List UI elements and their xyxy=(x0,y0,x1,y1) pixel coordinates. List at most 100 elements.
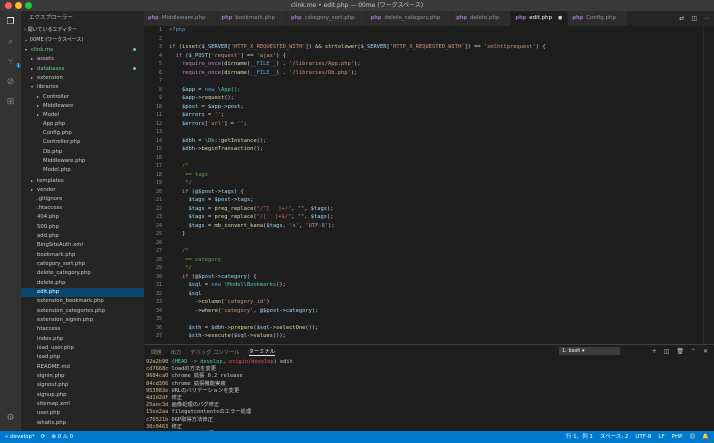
editor-tab[interactable]: php Config.php xyxy=(568,11,628,26)
code-line[interactable]: require_once(dirname(__FILE__) . '/libra… xyxy=(169,69,714,78)
tree-item[interactable]: delete.php xyxy=(21,279,144,288)
code-line[interactable] xyxy=(169,128,714,137)
code-line[interactable] xyxy=(169,315,714,324)
more-actions-icon[interactable]: ⋯ xyxy=(704,15,710,22)
terminal-select[interactable]: 1: bash ▾ xyxy=(559,347,620,355)
code-line[interactable]: ->column('category_id') xyxy=(169,298,714,307)
code-line[interactable]: if ($_POST['request'] == 'ajax') { xyxy=(169,52,714,61)
code-line[interactable]: $app = new \App(); xyxy=(169,86,714,95)
minimap[interactable] xyxy=(703,26,714,351)
new-terminal-icon[interactable]: + xyxy=(652,348,657,355)
code-line[interactable]: $sql = new \Model\Bookmarks(); xyxy=(169,281,714,290)
tree-item[interactable]: ▸ assets xyxy=(21,54,144,63)
tree-item[interactable]: README.md xyxy=(21,363,144,372)
code-line[interactable]: $dbh->beginTransaction(); xyxy=(169,145,714,154)
code-line[interactable]: if (isset($_SERVER['HTTP_X_REQUESTED_WIT… xyxy=(169,43,714,52)
workspace-section[interactable]: ⌄ 00ME (ワークスペース) xyxy=(21,35,144,45)
tree-item[interactable]: whatis.php xyxy=(21,419,144,428)
panel-tab[interactable]: 出力 xyxy=(171,348,182,356)
maximize-panel-icon[interactable]: ⌃ xyxy=(691,348,696,355)
code-content[interactable]: <?php if (isset($_SERVER['HTTP_X_REQUESTE… xyxy=(169,26,714,341)
tree-item[interactable]: bookmark.php xyxy=(21,251,144,260)
tree-item[interactable]: BingSiteAuth.xml xyxy=(21,241,144,250)
code-line[interactable]: $post = $app->post; xyxy=(169,103,714,112)
close-panel-icon[interactable]: ✕ xyxy=(703,348,708,355)
code-line[interactable]: $tags = preg_replace("/^[ ]+/", "", $tag… xyxy=(169,205,714,214)
tree-item[interactable]: add.php xyxy=(21,232,144,241)
gear-icon[interactable]: ⚙ xyxy=(4,411,17,424)
code-line[interactable]: if (@$post->tags) { xyxy=(169,188,714,197)
tree-item[interactable]: sitemap.xml xyxy=(21,400,144,409)
tree-item[interactable]: load.php xyxy=(21,353,144,362)
tree-item[interactable]: Model.php xyxy=(21,166,144,175)
code-line[interactable]: $tags = preg_replace("/[ ]+$/", "", $tag… xyxy=(169,213,714,222)
cursor-position[interactable]: 行 1、列 1 xyxy=(566,431,593,443)
tree-item[interactable]: extension_signin.php xyxy=(21,316,144,325)
code-line[interactable]: $tags = $post->tags; xyxy=(169,196,714,205)
code-line[interactable]: $sth = $dbh->prepare($sql->selectOne()); xyxy=(169,324,714,333)
code-line[interactable]: require_once(dirname(__FILE__) . '/libra… xyxy=(169,60,714,69)
tree-item[interactable]: signup.php xyxy=(21,391,144,400)
code-line[interactable] xyxy=(169,35,714,44)
editor-tab[interactable]: php Middleware.php xyxy=(144,11,218,26)
trash-icon[interactable]: 🗑 xyxy=(676,348,684,355)
tree-item[interactable]: ▾ libraries xyxy=(21,82,144,91)
editor-tab[interactable]: php delete.php xyxy=(452,11,512,26)
tree-item[interactable]: ▸ Controller xyxy=(21,92,144,101)
tree-item[interactable]: App.php xyxy=(21,120,144,129)
editor-tab[interactable]: php category_sort.php xyxy=(287,11,367,26)
code-line[interactable]: */ xyxy=(169,179,714,188)
open-editors-section[interactable]: › 開いているエディター xyxy=(21,25,144,35)
end-of-line[interactable]: LF xyxy=(658,431,664,443)
tree-item[interactable]: extension_bookmark.php xyxy=(21,297,144,306)
tree-item[interactable]: ▸ vendor xyxy=(21,185,144,194)
code-line[interactable]: } xyxy=(169,230,714,239)
encoding[interactable]: UTF-8 xyxy=(635,431,651,443)
tree-item[interactable]: index.php xyxy=(21,335,144,344)
tree-item[interactable]: .htaccess xyxy=(21,204,144,213)
editor-tab[interactable]: php bookmark.php xyxy=(217,11,288,26)
tree-item[interactable]: ▸ databases xyxy=(21,64,144,73)
explorer-icon[interactable]: ❐ xyxy=(4,15,17,28)
problems-status[interactable]: ⊗ 0 ⚠ 0 xyxy=(51,431,73,443)
code-line[interactable]: ->where('category', @$post->category); xyxy=(169,307,714,316)
tree-item[interactable]: Config.php xyxy=(21,129,144,138)
code-line[interactable] xyxy=(169,239,714,248)
tree-item[interactable]: ▾ clink.me xyxy=(21,45,144,54)
code-line[interactable]: == tags xyxy=(169,171,714,180)
tree-item[interactable]: signin.php xyxy=(21,372,144,381)
tree-item[interactable]: user.php xyxy=(21,409,144,418)
tree-item[interactable]: 404.php xyxy=(21,213,144,222)
open-changes-icon[interactable]: ⇄ xyxy=(679,15,684,22)
bell-icon[interactable]: 🔔 xyxy=(702,431,709,443)
tree-item[interactable]: .gitignore xyxy=(21,195,144,204)
tree-item[interactable]: Middleware.php xyxy=(21,157,144,166)
language-mode[interactable]: PHP xyxy=(672,431,683,443)
panel-tab[interactable]: ターミナル xyxy=(248,347,276,356)
indentation[interactable]: スペース: 2 xyxy=(600,431,628,443)
tree-item[interactable]: Controller.php xyxy=(21,138,144,147)
branch-status[interactable]: ⑂ develop* xyxy=(5,431,35,443)
code-line[interactable]: $app->request(); xyxy=(169,94,714,103)
debug-icon[interactable]: ⊘ xyxy=(4,75,17,88)
code-line[interactable] xyxy=(169,77,714,86)
code-line[interactable]: $tags = mb_convert_kana($tags, 's', 'UTF… xyxy=(169,222,714,231)
code-line[interactable]: /* xyxy=(169,162,714,171)
split-terminal-icon[interactable]: ◫ xyxy=(664,348,670,355)
code-line[interactable]: $errors['url'] = ''; xyxy=(169,120,714,129)
feedback-icon[interactable]: ☺ xyxy=(689,431,695,443)
extensions-icon[interactable]: ⊞ xyxy=(4,95,17,108)
code-line[interactable] xyxy=(169,154,714,163)
code-editor[interactable]: 1 2 3 4 5 6 7 8 9 10 11 12 13 14 15 16 17 18 19 20 21 22 23 24 2… xyxy=(144,26,714,351)
editor-tab[interactable]: php edit.php ● xyxy=(511,11,569,26)
tree-item[interactable]: load_user.php xyxy=(21,344,144,353)
code-line[interactable]: /* xyxy=(169,247,714,256)
code-line[interactable]: == category xyxy=(169,256,714,265)
search-icon[interactable]: ⌕ xyxy=(4,35,17,48)
tree-item[interactable]: signout.php xyxy=(21,381,144,390)
modified-dot-icon[interactable]: ● xyxy=(558,11,562,26)
panel-tab[interactable]: 問題 xyxy=(151,348,162,356)
source-control-icon[interactable]: ⑂ 1 xyxy=(4,55,21,68)
code-line[interactable]: if (@$post->category) { xyxy=(169,273,714,282)
split-editor-icon[interactable]: ◫ xyxy=(691,15,697,22)
